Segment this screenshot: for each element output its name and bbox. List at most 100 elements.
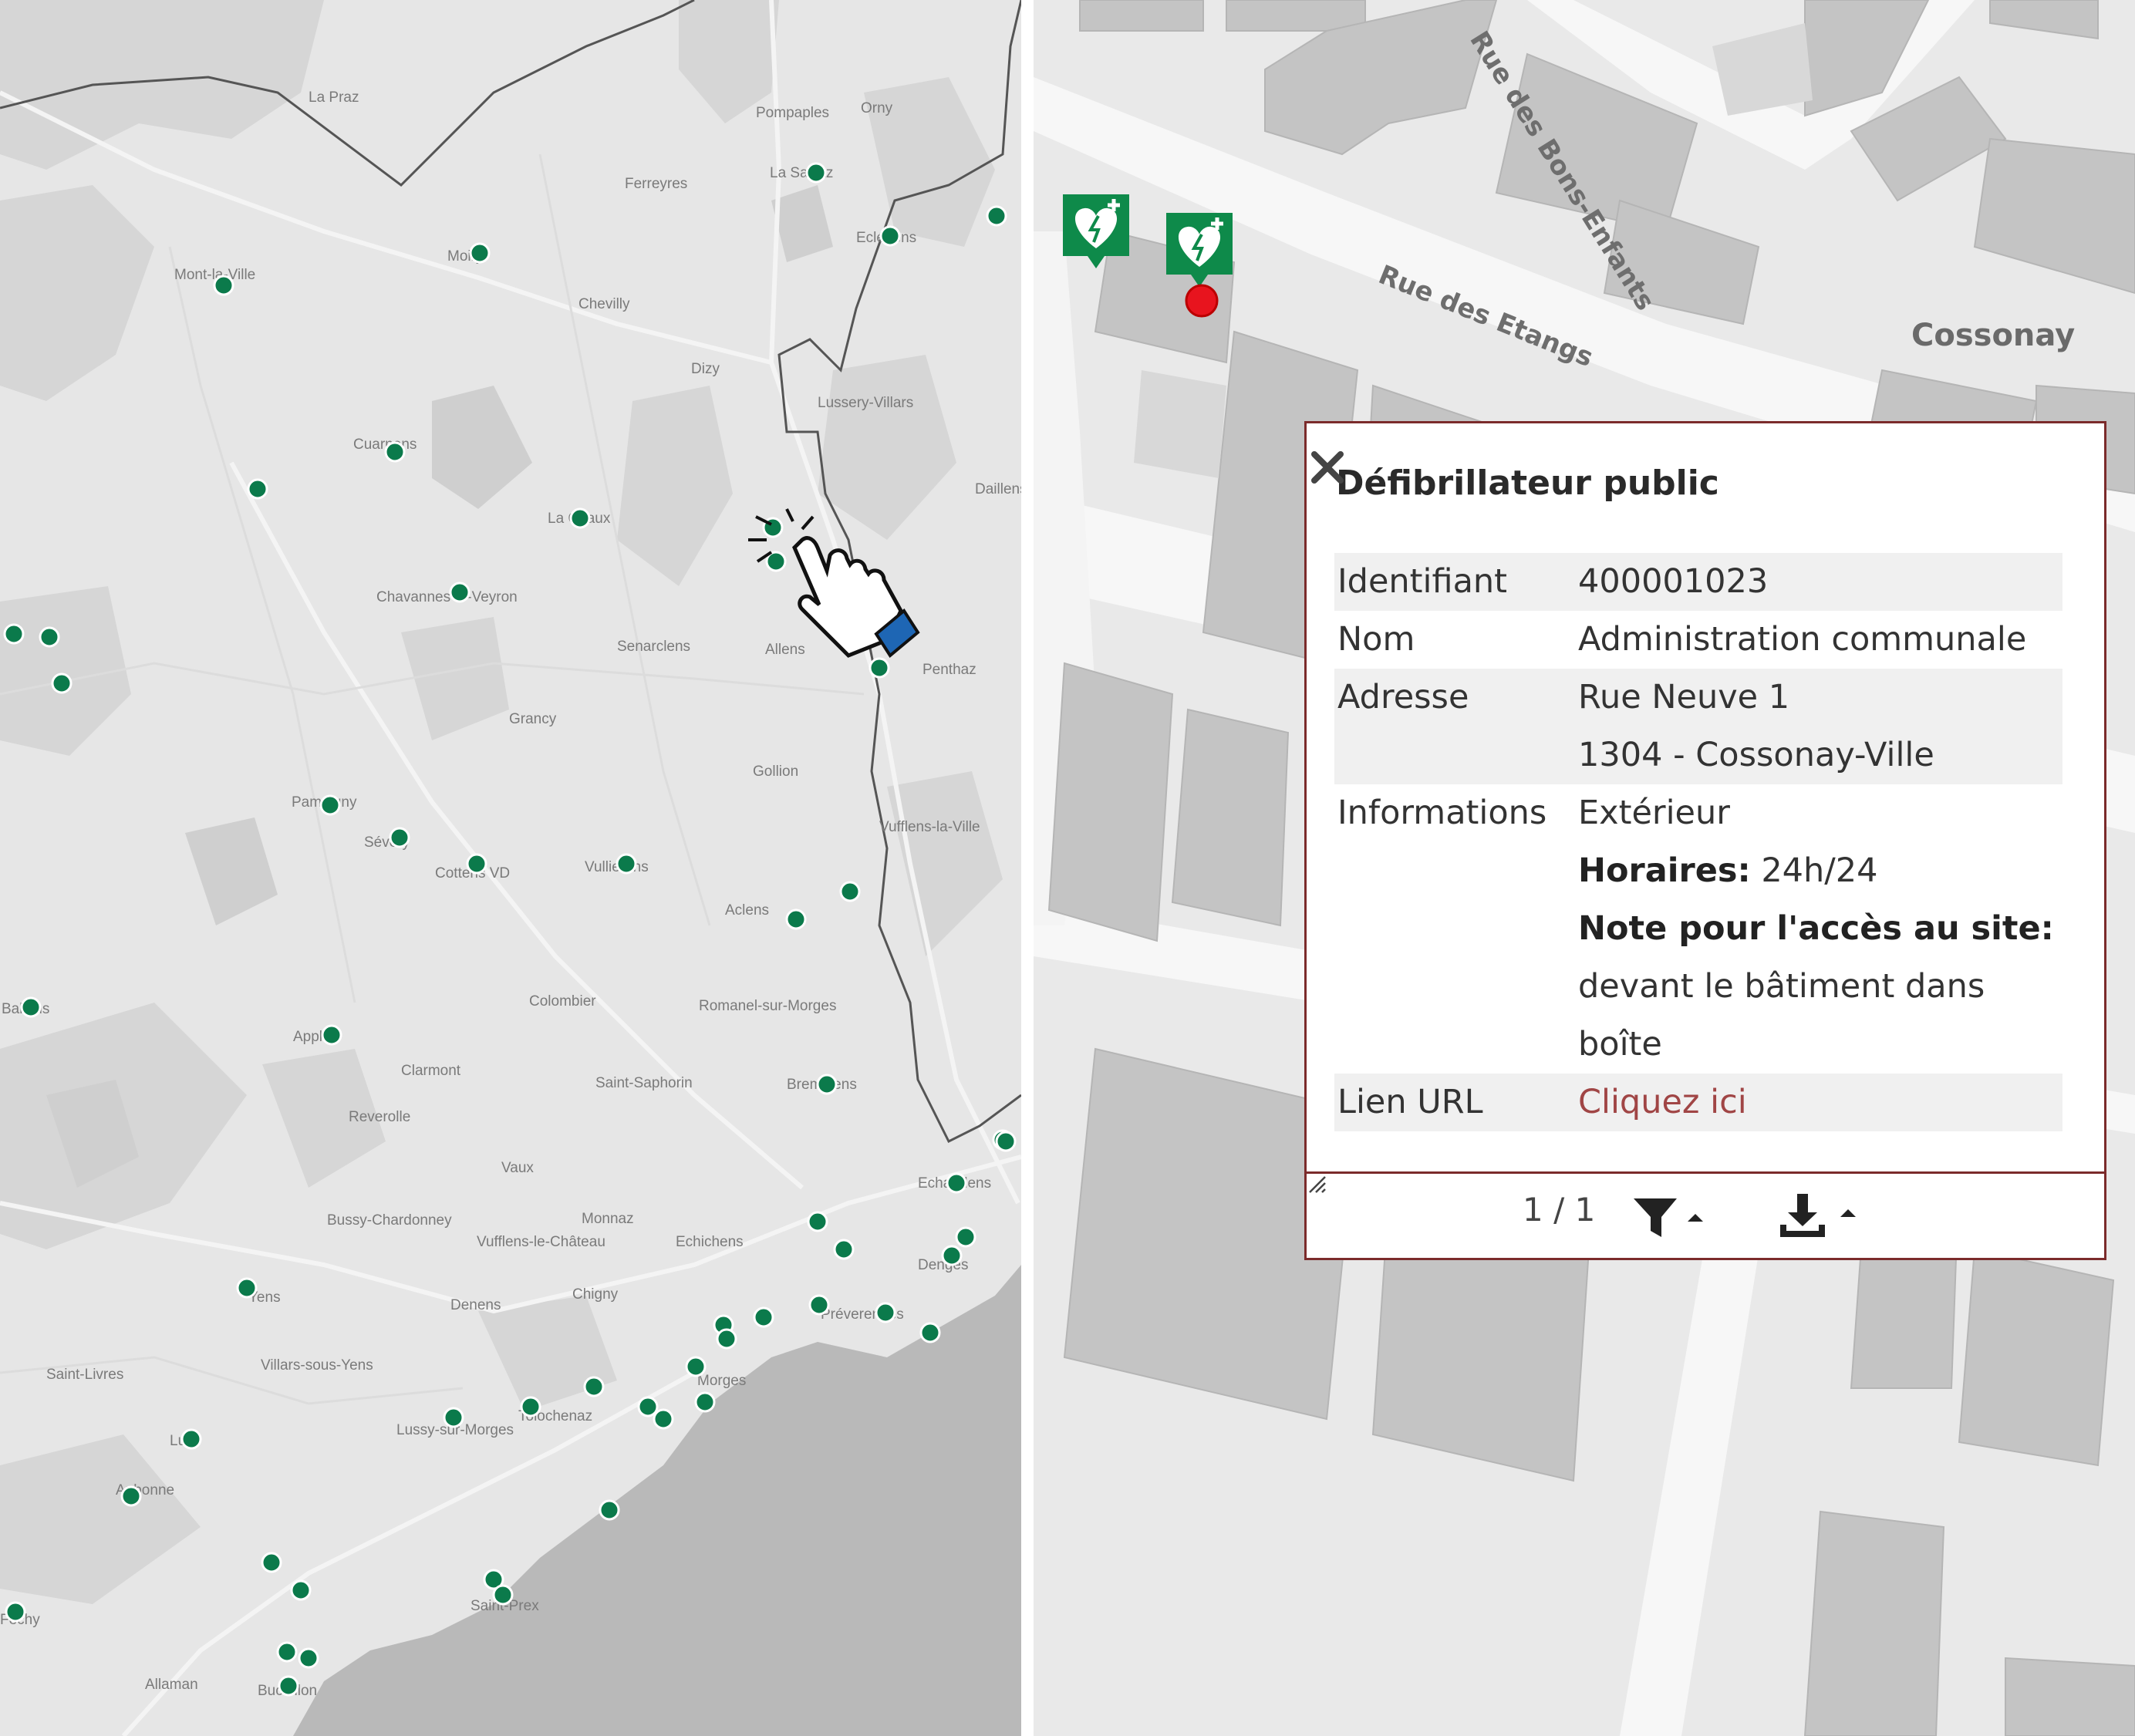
attribute-value: Rue Neuve 1 — [1578, 669, 2062, 726]
defibrillator-marker[interactable] — [449, 581, 471, 603]
defibrillator-marker[interactable] — [716, 1328, 737, 1350]
place-label: Denens — [450, 1297, 501, 1313]
defibrillator-marker[interactable] — [941, 1245, 963, 1266]
defibrillator-marker[interactable] — [583, 1376, 605, 1397]
defibrillator-marker[interactable] — [685, 1356, 707, 1377]
table-row: Nom Administration communale — [1334, 611, 2062, 669]
defibrillator-marker[interactable] — [321, 1024, 342, 1046]
place-label: Monnaz — [582, 1211, 634, 1227]
place-label: Vufflens-le-Château — [477, 1234, 605, 1250]
place-label: Saint-Saphorin — [595, 1075, 693, 1091]
attribute-value: Cliquez ici — [1578, 1074, 2062, 1131]
attribute-value: devant le bâtiment dans — [1578, 967, 1985, 1006]
defibrillator-marker[interactable] — [466, 853, 487, 875]
defibrillator-marker[interactable] — [384, 441, 406, 463]
hours-value: 24h/24 — [1750, 851, 1878, 890]
hours-label: Horaires: — [1578, 851, 1751, 890]
defibrillator-marker[interactable] — [785, 908, 807, 930]
defibrillator-marker[interactable] — [278, 1675, 299, 1697]
defibrillator-marker[interactable] — [653, 1408, 674, 1430]
attribute-key — [1334, 842, 1578, 900]
defibrillator-marker[interactable] — [261, 1552, 282, 1573]
place-label: Aclens — [725, 902, 769, 919]
defibrillator-marker[interactable] — [805, 162, 827, 184]
defibrillator-marker[interactable] — [616, 853, 637, 875]
defibrillator-marker[interactable] — [875, 1302, 896, 1323]
defibrillator-marker[interactable] — [955, 1226, 976, 1248]
overview-map-canvas[interactable]: La PrazPompaples OrnyFerreyresLa SarrazMo… — [0, 0, 1021, 1736]
table-row: Identifiant 400001023 — [1334, 553, 2062, 611]
place-label: Grancy — [509, 711, 557, 727]
defibrillator-marker[interactable] — [569, 507, 591, 529]
defibrillator-marker[interactable] — [808, 1294, 830, 1316]
close-icon[interactable] — [1307, 447, 1348, 488]
resize-handle-icon[interactable] — [1307, 1174, 1327, 1194]
defibrillator-marker[interactable] — [694, 1391, 716, 1413]
attribute-key — [1334, 900, 1578, 958]
defibrillator-marker[interactable] — [5, 1601, 26, 1623]
defibrillator-marker[interactable] — [492, 1584, 514, 1606]
table-row: Note pour l'accès au site: — [1334, 900, 2062, 958]
defibrillator-marker[interactable] — [276, 1641, 298, 1663]
defibrillator-marker[interactable] — [879, 225, 901, 247]
place-label: Chigny — [572, 1286, 619, 1303]
defibrillator-marker[interactable] — [869, 657, 890, 679]
defibrillator-marker[interactable] — [247, 478, 268, 500]
table-row: Adresse Rue Neuve 1 — [1334, 669, 2062, 726]
defibrillator-marker[interactable] — [213, 275, 234, 296]
defibrillator-marker[interactable] — [180, 1428, 202, 1450]
place-label: Ferreyres — [625, 176, 687, 192]
defibrillator-marker[interactable] — [753, 1306, 774, 1328]
attribute-value: Administration communale — [1578, 620, 2027, 659]
defibrillator-marker[interactable] — [946, 1172, 967, 1194]
attribute-value: 400001023 — [1578, 553, 2062, 611]
attribute-value: boîte — [1578, 1025, 1662, 1064]
defibrillator-marker[interactable] — [290, 1579, 312, 1601]
defibrillator-marker[interactable] — [816, 1074, 838, 1095]
place-label: Daillens — [975, 481, 1021, 497]
table-row: boîte — [1334, 1016, 2062, 1074]
place-label: Chevilly — [578, 296, 630, 312]
defibrillator-marker[interactable] — [919, 1322, 941, 1343]
place-label: Pompaples — [756, 105, 829, 121]
attribute-table: Identifiant 400001023 Nom Administration… — [1334, 553, 2062, 1131]
attribute-value: Horaires: 24h/24 — [1578, 842, 2062, 900]
attribute-key — [1334, 1016, 1578, 1074]
defibrillator-marker[interactable] — [637, 1396, 659, 1417]
defibrillator-marker[interactable] — [298, 1647, 319, 1669]
defibrillator-marker[interactable] — [39, 626, 60, 648]
defibrillator-marker[interactable] — [443, 1407, 464, 1428]
place-label: Allens — [765, 642, 805, 658]
place-label: Villars-sous-Yens — [261, 1357, 373, 1374]
defibrillator-marker[interactable] — [986, 205, 1007, 227]
attribute-key: Identifiant — [1334, 553, 1578, 611]
place-label: Orny — [861, 100, 893, 116]
place-label: Chavannes-le-Veyron — [376, 589, 518, 605]
filter-icon[interactable] — [1631, 1195, 1708, 1242]
access-note-label: Note pour l'accès au site: — [1578, 909, 2054, 948]
defibrillator-marker[interactable] — [319, 794, 341, 816]
defibrillator-marker[interactable] — [20, 996, 42, 1018]
defibrillator-marker[interactable] — [520, 1396, 541, 1417]
url-link[interactable]: Cliquez ici — [1578, 1083, 1747, 1121]
defibrillator-marker[interactable] — [51, 672, 73, 694]
place-label: Clarmont — [401, 1063, 461, 1079]
defibrillator-marker[interactable] — [3, 623, 25, 645]
place-label: Echichens — [676, 1234, 744, 1250]
download-icon[interactable] — [1777, 1191, 1862, 1242]
defibrillator-marker[interactable] — [995, 1131, 1017, 1152]
defibrillator-marker[interactable] — [599, 1499, 620, 1521]
attribute-key — [1334, 958, 1578, 1016]
place-label: La Praz — [309, 89, 359, 106]
defibrillator-marker[interactable] — [833, 1239, 855, 1260]
defibrillator-marker[interactable] — [807, 1211, 828, 1232]
defibrillator-marker[interactable] — [236, 1277, 258, 1299]
defibrillator-marker[interactable] — [389, 827, 410, 848]
place-label: Romanel-sur-Morges — [699, 998, 836, 1014]
defibrillator-marker[interactable] — [469, 242, 491, 264]
defibrillator-marker[interactable] — [120, 1485, 142, 1507]
table-row: devant le bâtiment dans — [1334, 958, 2062, 1016]
overview-map[interactable]: La Praz Pompaples Orny Ferreyres La Sarraz Mo… — [0, 0, 1021, 1736]
place-label: Bussy-Chardonney — [327, 1212, 452, 1229]
defibrillator-marker[interactable] — [839, 881, 861, 902]
